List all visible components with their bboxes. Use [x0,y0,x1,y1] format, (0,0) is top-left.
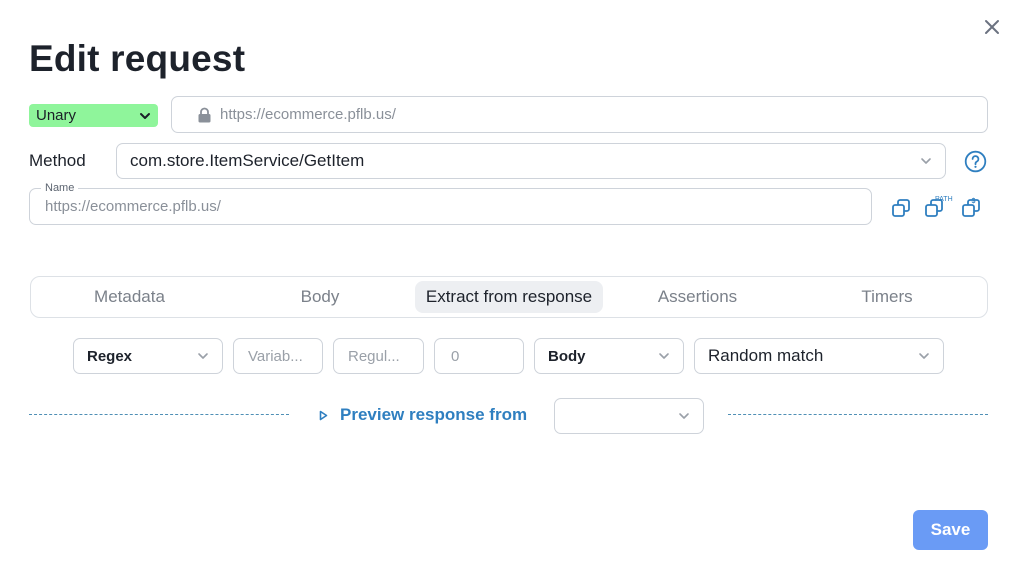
tab-metadata[interactable]: Metadata [71,281,188,313]
match-mode-select[interactable]: Random match [694,338,944,374]
divider-right [728,414,988,415]
close-button[interactable] [982,17,1002,37]
request-tabs: Metadata Body Extract from response Asse… [30,276,988,318]
tab-extract-from-response[interactable]: Extract from response [415,281,603,313]
request-type-select[interactable]: Unary [29,104,158,127]
chevron-down-icon [659,353,669,359]
tab-timers[interactable]: Timers [837,281,937,313]
variable-name-placeholder: Variab... [248,347,303,365]
match-mode-value: Random match [708,346,824,365]
preview-source-select[interactable] [554,398,704,434]
tab-assertions[interactable]: Assertions [639,281,756,313]
match-group-placeholder: 0 [451,347,460,365]
lock-icon [198,107,211,122]
name-label: Name [41,182,79,194]
caret-right-icon [319,410,328,420]
copy-path-icon: PATH [925,196,953,217]
name-input[interactable]: https://ecommerce.pflb.us/ [29,188,872,225]
divider-left [29,414,289,415]
method-label: Method [29,151,86,170]
copy-variable-label: $ [972,198,976,205]
source-select[interactable]: Body [534,338,684,374]
copy-button[interactable] [891,195,913,219]
chevron-down-icon [198,353,208,359]
source-value: Body [548,347,586,365]
request-type-value: Unary [36,107,77,124]
method-value: com.store.ItemService/GetItem [130,151,365,170]
method-select[interactable]: com.store.ItemService/GetItem [116,143,946,179]
close-icon [985,20,999,34]
preview-toggle[interactable]: Preview response from [318,405,527,425]
tab-body[interactable]: Body [271,281,369,313]
extractor-type-select[interactable]: Regex [73,338,223,374]
extractor-type-value: Regex [87,347,133,365]
save-button[interactable]: Save [913,510,988,550]
copy-path-button[interactable]: PATH [924,195,958,219]
copy-icon [892,199,910,217]
dialog-title: Edit request [29,38,246,79]
help-button[interactable] [964,150,987,173]
chevron-down-icon [679,413,689,419]
copy-variable-button[interactable]: $ [961,195,983,219]
match-group-input[interactable]: 0 [434,338,524,374]
regex-placeholder: Regul... [348,347,400,365]
regex-input[interactable]: Regul... [333,338,424,374]
variable-name-input[interactable]: Variab... [233,338,323,374]
copy-variable-icon: $ [962,198,980,217]
url-input[interactable]: https://ecommerce.pflb.us/ [171,96,988,133]
copy-path-label: PATH [935,196,953,203]
help-circle-icon [964,150,987,173]
name-value: https://ecommerce.pflb.us/ [45,198,221,215]
chevron-down-icon [140,112,150,119]
preview-label: Preview response from [340,405,528,424]
chevron-down-icon [919,353,929,359]
chevron-down-icon [921,158,931,164]
url-value: https://ecommerce.pflb.us/ [220,106,396,123]
